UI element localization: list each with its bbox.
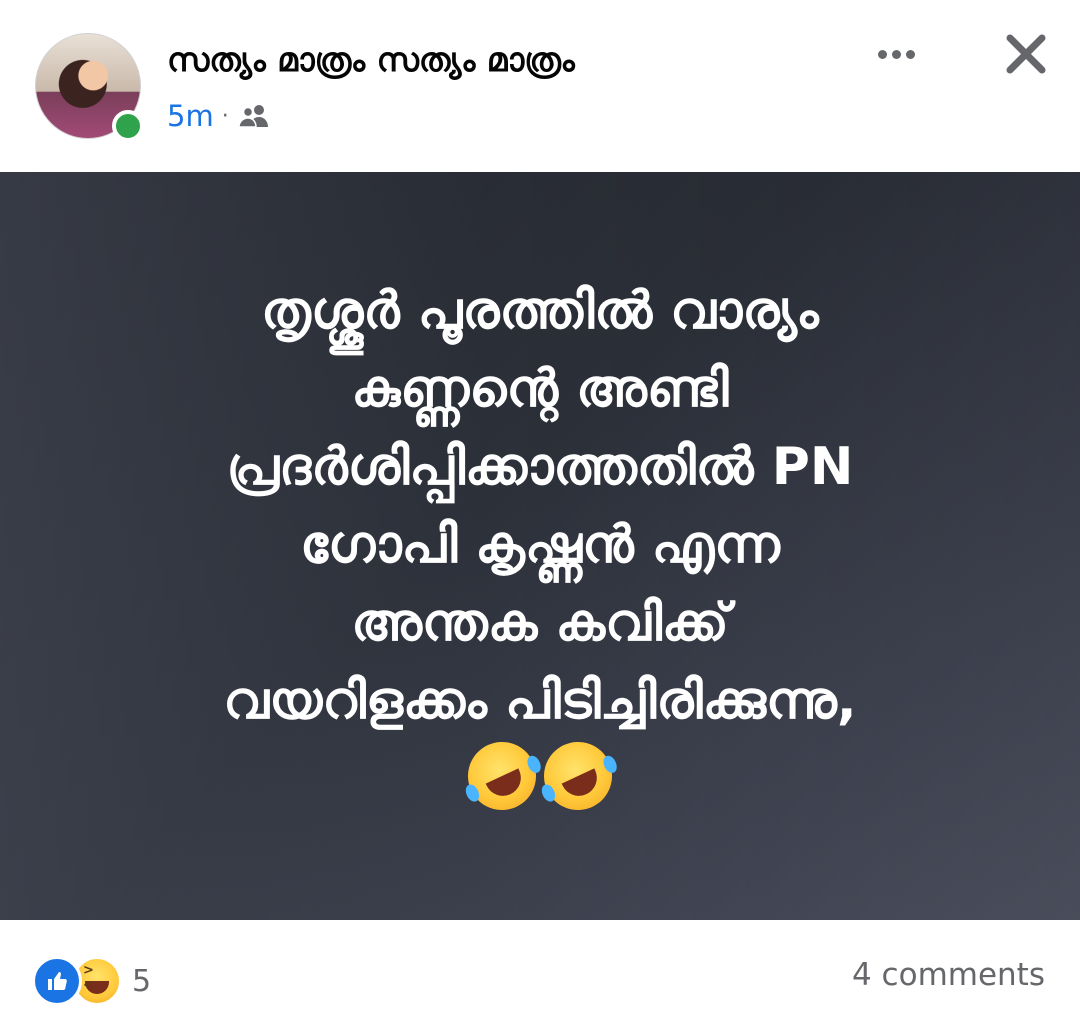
friends-icon bbox=[237, 105, 268, 128]
more-dot-icon bbox=[877, 49, 887, 59]
post-timestamp[interactable]: 5m bbox=[167, 99, 214, 133]
rolling-on-floor-laughing-emoji-icon bbox=[456, 730, 548, 822]
post-text-line: പ്രദർശിപ്പിക്കാത്തതിൽ PN bbox=[226, 437, 854, 497]
post-footer: 5 4 comments bbox=[0, 920, 1080, 1021]
close-icon[interactable] bbox=[1000, 28, 1052, 80]
post-text-line: തൃശ്ശൂർ പൂരത്തിൽ വാര്യം bbox=[261, 281, 819, 341]
rolling-on-floor-laughing-emoji-icon bbox=[532, 730, 624, 822]
page-name[interactable]: സത്യം മാത്രം സത്യം മാത്രം bbox=[167, 40, 575, 80]
post-meta: 5m · bbox=[167, 98, 271, 134]
more-dot-icon bbox=[891, 49, 901, 59]
more-options-button[interactable] bbox=[868, 36, 924, 72]
thumbs-up-icon bbox=[48, 972, 67, 990]
meta-separator: · bbox=[221, 103, 229, 129]
emoji-row bbox=[60, 730, 1020, 822]
post-image[interactable]: തൃശ്ശൂർ പൂരത്തിൽ വാര്യം കുണ്ണന്റെ അണ്ടി … bbox=[0, 172, 1080, 920]
comments-count-link[interactable]: 4 comments bbox=[852, 957, 1045, 993]
post-text-line: ഗോപി കൃഷ്ണൻ എന്ന bbox=[300, 515, 780, 575]
like-icon bbox=[32, 956, 82, 1006]
more-dot-icon bbox=[905, 49, 915, 59]
post-text-line: അന്തക കവിക്ക് bbox=[351, 593, 729, 653]
post-header: സത്യം മാത്രം സത്യം മാത്രം 5m · bbox=[0, 0, 1080, 172]
profile-avatar[interactable] bbox=[35, 33, 144, 142]
post-text-line: കുണ്ണന്റെ അണ്ടി bbox=[351, 359, 729, 419]
reactions-summary[interactable]: 5 bbox=[32, 956, 151, 1006]
post-text: തൃശ്ശൂർ പൂരത്തിൽ വാര്യം കുണ്ണന്റെ അണ്ടി … bbox=[60, 272, 1020, 822]
reaction-count: 5 bbox=[132, 963, 152, 999]
online-status-icon bbox=[112, 110, 144, 142]
post-text-line: വയറിളക്കം പിടിച്ചിരിക്കുന്നു, bbox=[223, 671, 857, 731]
